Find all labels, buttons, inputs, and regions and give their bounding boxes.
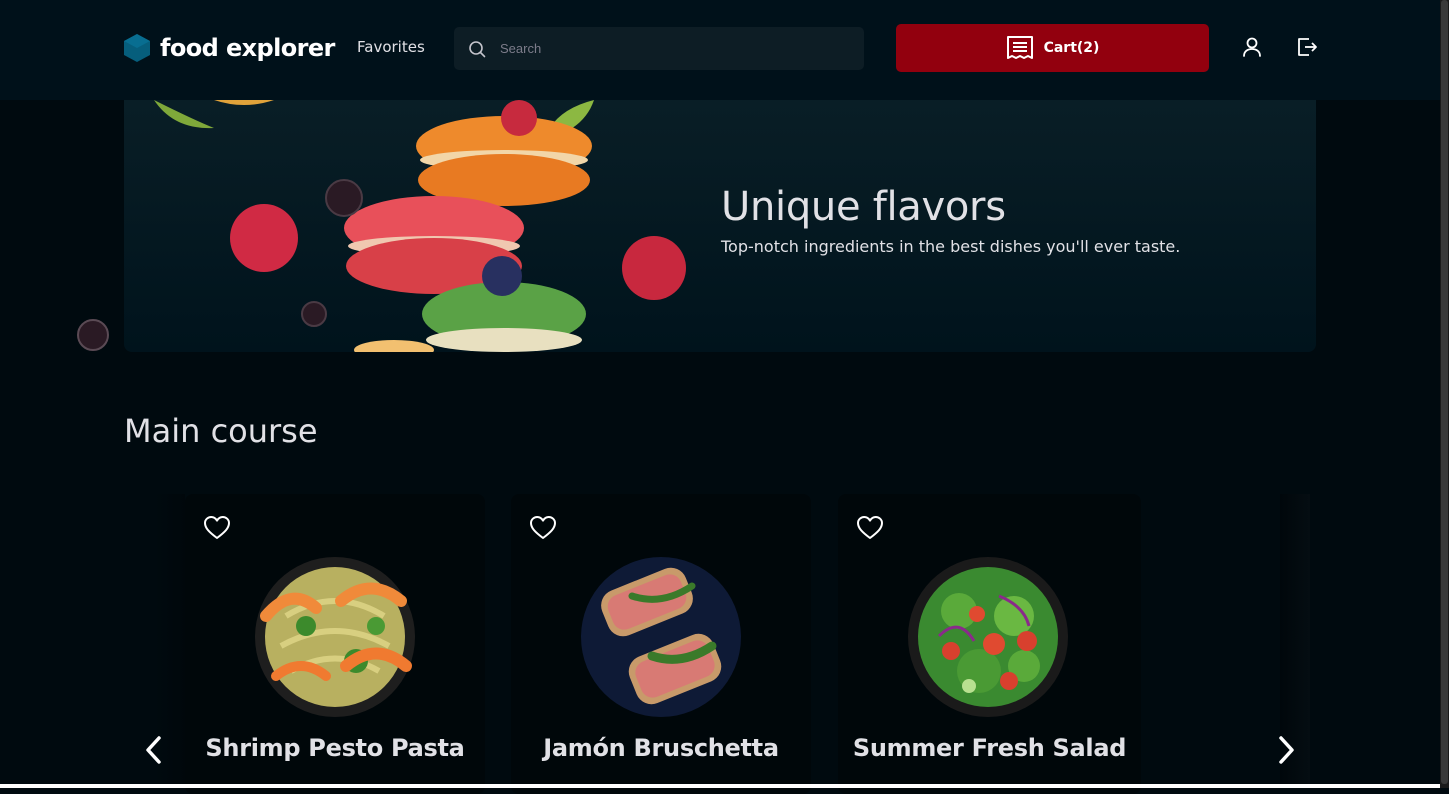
- cart-label: Cart(2): [1043, 40, 1100, 56]
- bottom-edge: [0, 784, 1440, 788]
- favorites-link[interactable]: Favorites: [357, 38, 425, 56]
- dish-name[interactable]: Summer Fresh Salad: [838, 734, 1141, 762]
- cart-button[interactable]: Cart(2): [896, 24, 1209, 72]
- top-header: food explorer Favorites Cart(2): [0, 0, 1440, 100]
- heart-icon[interactable]: [529, 514, 557, 542]
- dish-card[interactable]: Jamón Bruschetta: [511, 494, 811, 794]
- logo-text: food explorer: [160, 34, 335, 62]
- chevron-right-icon[interactable]: [1272, 733, 1300, 767]
- dish-image[interactable]: [899, 556, 1077, 718]
- banner-title: Unique flavors: [721, 184, 1006, 230]
- chevron-left-icon[interactable]: [140, 733, 168, 767]
- banner-subtitle: Top-notch ingredients in the best dishes…: [721, 237, 1181, 256]
- logo[interactable]: food explorer: [123, 33, 335, 63]
- search-bar[interactable]: [454, 27, 864, 70]
- search-icon: [468, 40, 486, 58]
- heart-icon[interactable]: [856, 514, 884, 542]
- dish-name[interactable]: Shrimp Pesto Pasta: [185, 734, 485, 762]
- sign-out-icon[interactable]: [1295, 35, 1319, 59]
- macarons-illustration: [154, 100, 686, 352]
- hexagon-logo-icon: [124, 34, 150, 62]
- hero-banner: Unique flavors Top-notch ingredients in …: [124, 100, 1316, 352]
- scrollbar-thumb[interactable]: [1441, 0, 1448, 784]
- section-title: Main course: [124, 412, 318, 450]
- user-icon[interactable]: [1240, 35, 1264, 59]
- receipt-icon: [1006, 36, 1033, 59]
- dish-card[interactable]: Shrimp Pesto Pasta: [185, 494, 485, 794]
- heart-icon[interactable]: [203, 514, 231, 542]
- dish-card[interactable]: Summer Fresh Salad: [838, 494, 1141, 794]
- dish-image[interactable]: [572, 556, 750, 718]
- dish-name[interactable]: Jamón Bruschetta: [511, 734, 811, 762]
- dish-image[interactable]: [246, 556, 424, 718]
- berry-decoration: [77, 319, 109, 351]
- search-input[interactable]: [498, 40, 842, 57]
